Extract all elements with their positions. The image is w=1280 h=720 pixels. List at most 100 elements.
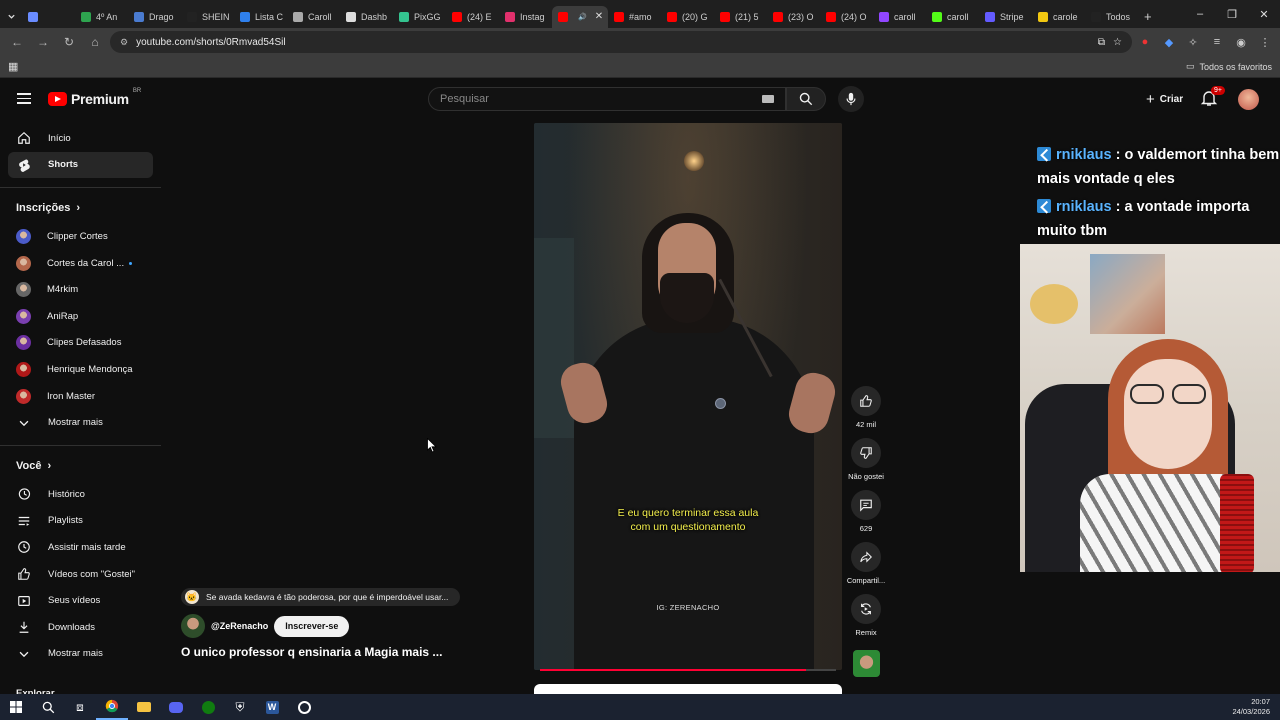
browser-tab[interactable]: Instag (499, 6, 552, 28)
video-title[interactable]: O unico professor q ensinaria a Magia ma… (181, 645, 442, 659)
sidebar-item-label: Clipper Cortes (47, 230, 108, 242)
back-button[interactable]: ← (6, 31, 28, 53)
taskbar-xbox[interactable] (192, 694, 224, 720)
sidebar-channel[interactable]: Iron Master (8, 383, 153, 410)
comments-button[interactable]: 629 (846, 490, 886, 542)
taskbar-obs[interactable] (288, 694, 320, 720)
sidebar-item-label: Mostrar mais (48, 417, 103, 429)
voice-search-button[interactable] (838, 86, 864, 112)
browser-tab[interactable]: Stripe (979, 6, 1032, 28)
tab-close-icon[interactable]: ✕ (595, 11, 603, 22)
all-bookmarks[interactable]: ▭ Todos os favoritos (1186, 61, 1272, 72)
show-more-you[interactable]: Mostrar mais (8, 641, 153, 668)
sidebar-item-history[interactable]: Histórico (8, 481, 153, 508)
channel-avatar[interactable] (181, 614, 205, 638)
new-content-dot (129, 261, 132, 265)
taskbar-search-button[interactable] (32, 694, 64, 720)
channel-name[interactable]: @ZeRenacho (211, 621, 268, 631)
sidebar-item-watch-later[interactable]: Assistir mais tarde (8, 534, 153, 561)
browser-tab[interactable]: PixGG (393, 6, 446, 28)
create-button[interactable]: + Criar (1138, 88, 1191, 110)
browser-tab[interactable] (22, 6, 75, 28)
media-controls-icon[interactable]: ≡ (1208, 36, 1226, 48)
reload-button[interactable]: ↻ (58, 31, 80, 53)
menu-kebab-icon[interactable]: ⋮ (1256, 36, 1274, 49)
taskbar-word[interactable]: W (256, 694, 288, 720)
video-progress-bar[interactable] (540, 669, 836, 671)
maximize-button[interactable]: ❐ (1216, 8, 1248, 21)
browser-tab[interactable]: #amo (608, 6, 661, 28)
browser-tab[interactable]: Todos (1085, 6, 1138, 28)
sidebar-channel[interactable]: Henrique Mendonça (8, 356, 153, 383)
browser-tab[interactable]: 🔊 ✕ (552, 5, 608, 28)
start-button[interactable] (0, 694, 32, 720)
browser-tab[interactable]: 4º An (75, 6, 128, 28)
menu-hamburger-icon[interactable] (17, 93, 31, 104)
home-button[interactable]: ⌂ (84, 31, 106, 53)
sidebar-item-shorts[interactable]: Shorts (8, 151, 153, 179)
tab-search-button[interactable] (0, 6, 22, 28)
show-more-subscriptions[interactable]: Mostrar mais (8, 409, 153, 436)
subscriptions-heading[interactable]: Inscrições › (8, 193, 153, 223)
profile-icon[interactable]: ◉ (1232, 36, 1250, 49)
subscribe-button[interactable]: Inscrever-se (274, 615, 350, 637)
task-view-button[interactable]: ⧈ (64, 694, 96, 720)
shorts-video-player[interactable]: E eu quero terminar essa aula com um que… (534, 123, 842, 670)
related-video-suggestion[interactable]: 🐱 Se avada kedavra é tão poderosa, por q… (181, 588, 461, 606)
forward-button[interactable]: → (32, 31, 54, 53)
taskbar-security[interactable]: ⛨ (224, 694, 256, 720)
remix-button[interactable]: Remix (846, 594, 886, 646)
sidebar-channel[interactable]: Clipper Cortes (8, 223, 153, 250)
browser-tab[interactable]: (21) 5 (714, 6, 767, 28)
minimize-button[interactable]: – (1184, 8, 1216, 21)
search-input[interactable]: Pesquisar (428, 87, 786, 111)
sidebar-channel[interactable]: AniRap (8, 303, 153, 330)
close-window-button[interactable]: ✕ (1248, 8, 1280, 21)
apps-grid-icon[interactable]: ▦ (8, 60, 18, 73)
browser-tab[interactable]: Lista C (234, 6, 287, 28)
share-button[interactable]: Compartil... (846, 542, 886, 594)
search-button[interactable] (786, 87, 826, 111)
address-bar[interactable]: ⚙ youtube.com/shorts/0Rmvad54Sil ⧉ ☆ (110, 31, 1132, 53)
browser-tab[interactable]: (23) O (767, 6, 820, 28)
extension-red-icon[interactable]: ● (1136, 36, 1154, 48)
dislike-button[interactable]: Não gostei (846, 438, 886, 490)
browser-tab[interactable]: caroll (873, 6, 926, 28)
extension-blue-icon[interactable]: ◆ (1160, 36, 1178, 49)
sidebar-item-downloads[interactable]: Downloads (8, 614, 153, 641)
browser-tab[interactable]: Caroll (287, 6, 340, 28)
browser-tab[interactable]: (20) G (661, 6, 714, 28)
sidebar-channel[interactable]: Cortes da Carol ... (8, 250, 153, 277)
taskbar-discord[interactable] (160, 694, 192, 720)
system-clock[interactable]: 20:07 24/03/2026 (1232, 697, 1280, 717)
notifications-button[interactable]: 9+ (1200, 86, 1225, 109)
sidebar-item-your-videos[interactable]: Seus vídeos (8, 587, 153, 614)
browser-tab[interactable]: carole (1032, 6, 1085, 28)
taskbar-file-explorer[interactable] (128, 694, 160, 720)
sidebar-item-home[interactable]: Início (8, 125, 153, 152)
browser-tab[interactable]: Drago (128, 6, 181, 28)
install-app-icon[interactable]: ⧉ (1098, 37, 1105, 48)
browser-tab[interactable]: (24) O (820, 6, 873, 28)
sidebar-item-liked-videos[interactable]: Vídeos com "Gostei" (8, 561, 153, 588)
you-heading[interactable]: Você › (8, 451, 153, 481)
account-avatar[interactable] (1238, 89, 1259, 110)
sidebar-channel[interactable]: M4rkim (8, 276, 153, 303)
sidebar-channel[interactable]: Clipes Defasados (8, 330, 153, 357)
sidebar-item-label: Clipes Defasados (47, 337, 122, 349)
site-info-icon[interactable]: ⚙ (120, 37, 128, 48)
browser-tab[interactable]: (24) E (446, 6, 499, 28)
like-button[interactable]: 42 mil (846, 386, 886, 438)
bookmark-star-icon[interactable]: ☆ (1113, 37, 1122, 48)
browser-tab[interactable]: caroll (926, 6, 979, 28)
audio-source-avatar[interactable] (852, 650, 880, 677)
new-tab-button[interactable]: + (1138, 6, 1158, 28)
browser-tab[interactable]: SHEIN (181, 6, 234, 28)
extensions-puzzle-icon[interactable]: ✧ (1184, 36, 1202, 49)
tab-audio-icon[interactable]: 🔊 (578, 13, 587, 21)
sidebar-item-playlists[interactable]: Playlists (8, 508, 153, 535)
taskbar-chrome[interactable] (96, 694, 128, 720)
youtube-premium-logo[interactable]: Premium BR (48, 88, 141, 107)
browser-tab[interactable]: Dashb (340, 6, 393, 28)
keyboard-icon[interactable] (762, 95, 774, 103)
